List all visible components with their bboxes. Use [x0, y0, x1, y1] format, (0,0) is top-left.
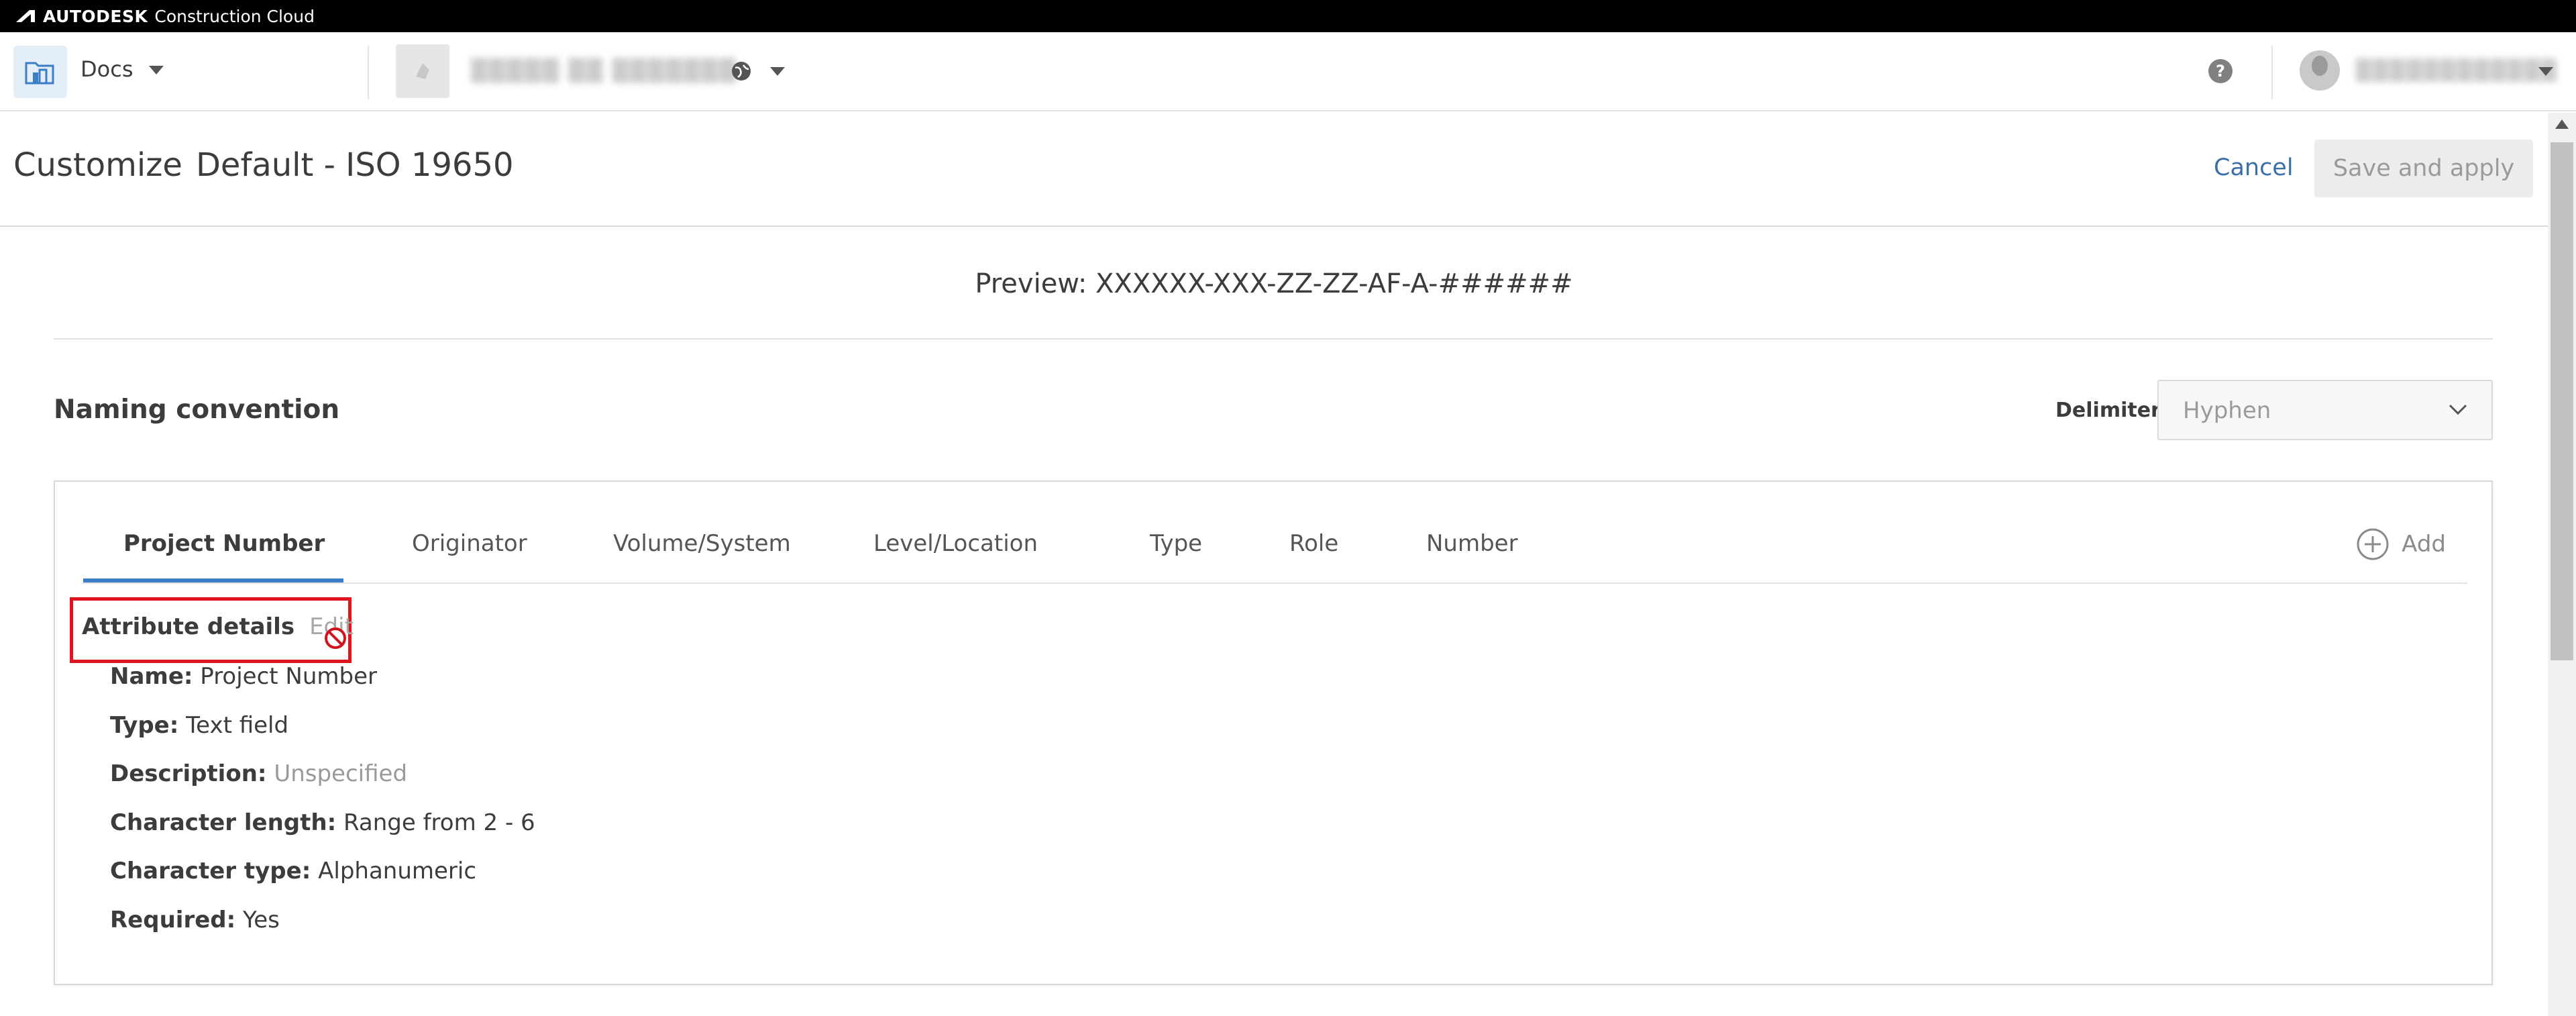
brand-company: AUTODESK	[43, 6, 148, 26]
edit-attribute-link[interactable]: Edit	[309, 613, 354, 649]
attribute-details-title: Attribute details	[82, 613, 295, 640]
user-menu-chevron-down-icon[interactable]	[2538, 67, 2553, 76]
delimiter-select[interactable]: Hyphen	[2157, 380, 2493, 440]
tab-type[interactable]: Type	[1150, 530, 1202, 557]
globe-icon	[732, 62, 751, 81]
header-divider	[2271, 46, 2273, 99]
delimiter-label: Delimiter	[2055, 399, 2161, 422]
not-allowed-cursor-icon	[325, 627, 347, 649]
detail-row-type: Type: Text field	[110, 712, 535, 761]
scrollbar-thumb[interactable]	[2551, 142, 2573, 660]
module-switcher-label[interactable]: Docs	[80, 56, 133, 82]
project-thumbnail[interactable]	[396, 44, 449, 98]
detail-value: Text field	[186, 711, 289, 739]
detail-row-character-type: Character type: Alphanumeric	[110, 858, 535, 907]
add-circle-icon	[2357, 528, 2389, 560]
project-image-icon	[416, 63, 429, 79]
user-name[interactable]: ▒▒▒▒▒▒▒▒▒▒▒▒	[2356, 59, 2558, 83]
add-attribute-button[interactable]: Add	[2356, 527, 2446, 561]
delimiter-value: Hyphen	[2183, 397, 2271, 424]
header-divider	[368, 46, 369, 99]
page-title-bar: Customize Default - ISO 19650 Cancel Save…	[0, 113, 2548, 227]
tab-role[interactable]: Role	[1289, 530, 1338, 557]
autodesk-logo-icon	[16, 10, 35, 22]
attribute-details-list: Name: Project Number Type: Text field De…	[110, 663, 535, 955]
add-label: Add	[2402, 531, 2446, 558]
page-title-prefix: Customize	[13, 146, 182, 184]
tab-project-number[interactable]: Project Number	[123, 530, 325, 557]
avatar[interactable]	[2300, 50, 2340, 91]
page-title-name: Default - ISO 19650	[195, 146, 514, 184]
detail-key: Required:	[110, 906, 236, 933]
detail-row-required: Required: Yes	[110, 907, 535, 956]
tab-originator[interactable]: Originator	[412, 530, 527, 557]
detail-key: Character type:	[110, 858, 311, 884]
detail-row-description: Description: Unspecified	[110, 760, 535, 809]
tab-level-location[interactable]: Level/Location	[873, 530, 1038, 557]
brand-product: Construction Cloud	[154, 6, 315, 26]
attributes-card: Project Number Originator Volume/System …	[54, 480, 2493, 985]
naming-convention-title: Naming convention	[54, 395, 340, 425]
detail-key: Name:	[110, 663, 193, 690]
building-folder-icon	[25, 62, 54, 85]
attribute-tabs: Project Number Originator Volume/System …	[82, 482, 2467, 584]
detail-key: Description:	[110, 760, 267, 787]
attribute-details-header: Attribute details Edit	[82, 613, 354, 649]
detail-value: Range from 2 - 6	[343, 809, 535, 836]
naming-preview: Preview: XXXXXX-XXX-ZZ-ZZ-AF-A-######	[975, 268, 1573, 299]
detail-row-character-length: Character length: Range from 2 - 6	[110, 809, 535, 858]
detail-value: Project Number	[200, 663, 378, 690]
detail-key: Character length:	[110, 809, 337, 836]
chevron-down-icon	[2449, 404, 2467, 415]
project-name[interactable]: ▒▒▒▒▒ ▒▒ ▒▒▒▒▒▒▒	[471, 58, 737, 83]
tab-number[interactable]: Number	[1426, 530, 1518, 557]
project-switcher-chevron-down-icon[interactable]	[770, 67, 785, 76]
save-and-apply-button[interactable]: Save and apply	[2314, 140, 2533, 197]
tab-volume-system[interactable]: Volume/System	[613, 530, 791, 557]
detail-value: Yes	[243, 906, 280, 933]
scrollbar[interactable]	[2548, 113, 2576, 1016]
detail-value: Alphanumeric	[318, 858, 477, 884]
cancel-button[interactable]: Cancel	[2214, 154, 2294, 181]
detail-row-name: Name: Project Number	[110, 663, 535, 712]
docs-module-icon[interactable]	[13, 46, 67, 98]
page-title: Customize Default - ISO 19650	[13, 146, 514, 184]
preview-divider	[54, 338, 2493, 340]
chevron-down-icon[interactable]	[149, 66, 164, 74]
active-tab-indicator	[83, 578, 343, 582]
app-header: Docs ▒▒▒▒▒ ▒▒ ▒▒▒▒▒▒▒ ? ▒▒▒▒▒▒▒▒▒▒▒▒	[0, 32, 2576, 111]
help-icon[interactable]: ?	[2208, 59, 2233, 83]
brand-bar: AUTODESK Construction Cloud	[0, 0, 2576, 32]
detail-value: Unspecified	[274, 760, 408, 787]
detail-key: Type:	[110, 711, 179, 739]
scroll-up-arrow-icon[interactable]	[2555, 119, 2569, 129]
